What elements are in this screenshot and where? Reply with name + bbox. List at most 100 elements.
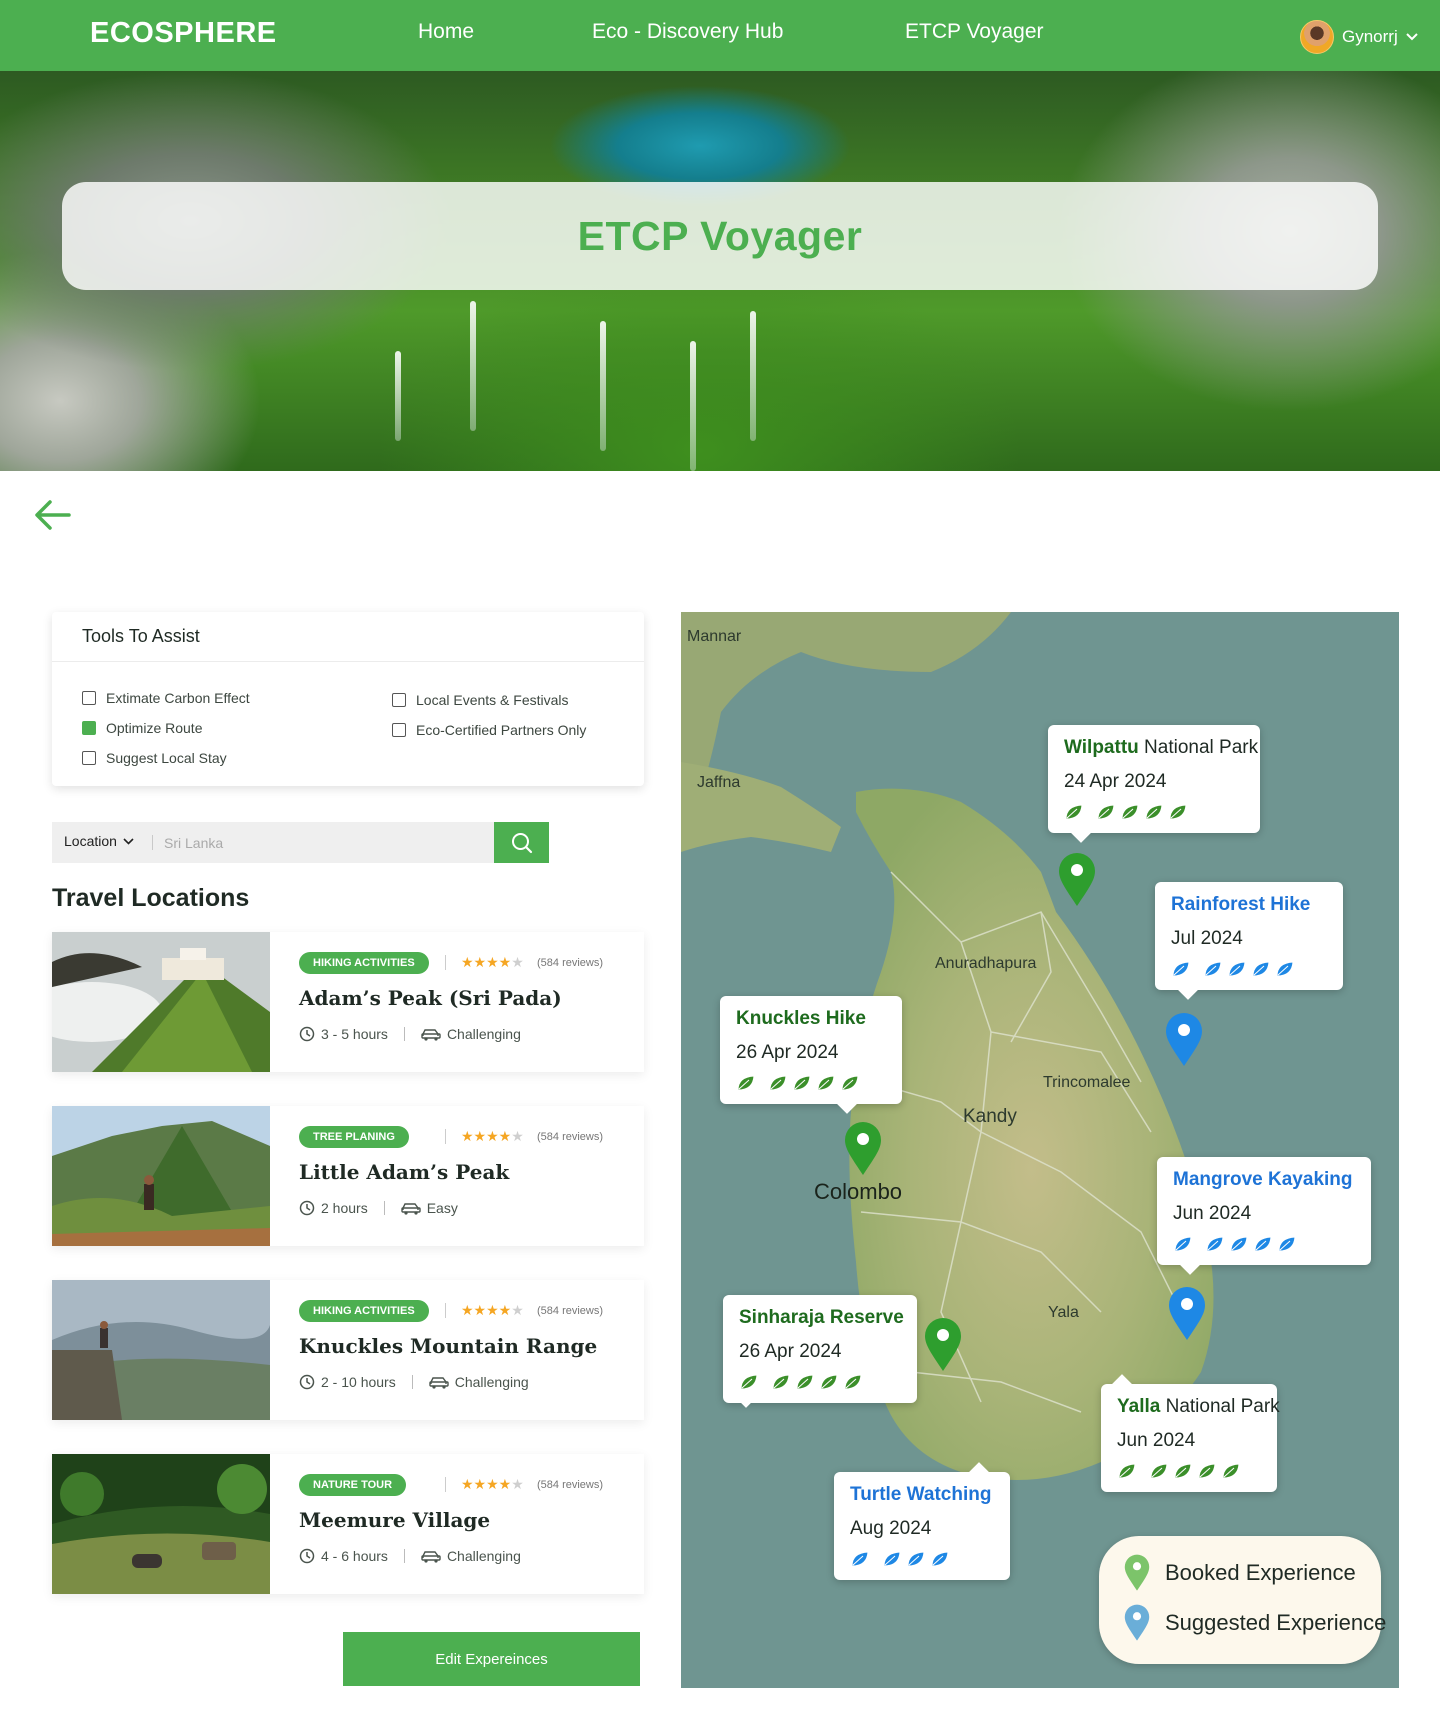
map-popup-sinharaja-reserve[interactable]: Sinharaja Reserve 26 Apr 2024 — [723, 1295, 917, 1403]
map-popup-turtle-watching[interactable]: Turtle Watching Aug 2024 — [834, 1472, 1010, 1580]
leaf-icon — [1065, 804, 1083, 820]
city-label: Mannar — [687, 628, 742, 645]
search-button[interactable] — [494, 822, 549, 863]
popup-title: Yalla National Park — [1117, 1396, 1280, 1417]
divider — [445, 1303, 446, 1318]
map-view[interactable]: Mannar Jaffna Anuradhapura Trincomalee K… — [681, 612, 1399, 1688]
location-card[interactable]: HIKING ACTIVITIES ★★★★★ (584 reviews) Kn… — [52, 1280, 644, 1420]
location-card[interactable]: HIKING ACTIVITIES ★★★★★ (584 reviews) Ad… — [52, 932, 644, 1072]
checkbox-checked[interactable] — [82, 721, 96, 735]
tool-local-events[interactable]: Local Events & Festivals — [392, 692, 569, 708]
location-title[interactable]: Knuckles Mountain Range — [299, 1334, 597, 1358]
checkbox[interactable] — [82, 751, 96, 765]
location-filter-label: Location — [64, 833, 117, 849]
leaf-icon — [1172, 961, 1190, 977]
location-card-body: HIKING ACTIVITIES ★★★★★ (584 reviews) Kn… — [299, 1280, 644, 1420]
clock-icon — [299, 1548, 315, 1564]
chevron-down-icon — [1406, 33, 1418, 41]
popup-date: Aug 2024 — [850, 1518, 932, 1539]
map-popup-rainforest-hike[interactable]: Rainforest Hike Jul 2024 — [1155, 882, 1343, 990]
difficulty: Challenging — [446, 1548, 521, 1564]
nav-link-home[interactable]: Home — [418, 20, 474, 44]
nav-link-etcp-voyager[interactable]: ETCP Voyager — [905, 20, 1044, 44]
city-label: Anuradhapura — [935, 955, 1037, 972]
popup-title: Sinharaja Reserve — [739, 1307, 904, 1328]
location-image — [52, 1454, 270, 1594]
leaf-icon — [1169, 804, 1187, 820]
map-popup-knuckles-hike[interactable]: Knuckles Hike 26 Apr 2024 — [720, 996, 902, 1104]
leaf-icon — [841, 1075, 859, 1091]
city-label: Trincomalee — [1043, 1074, 1131, 1091]
leaf-icon — [793, 1075, 811, 1091]
leaf-icon — [1198, 1463, 1216, 1479]
map-popup-wilpattu[interactable]: Wilpattu National Park 24 Apr 2024 — [1048, 725, 1260, 833]
checkbox[interactable] — [392, 693, 406, 707]
leaf-icon — [1121, 804, 1139, 820]
map-popup-yalla-national-park[interactable]: Yalla National Park Jun 2024 — [1101, 1384, 1280, 1492]
leaf-icon — [1118, 1463, 1136, 1479]
clock-icon — [299, 1374, 315, 1390]
map-pin-suggested-icon[interactable] — [1164, 1012, 1204, 1068]
location-title[interactable]: Little Adam’s Peak — [299, 1160, 509, 1184]
leaf-icon — [1204, 961, 1222, 977]
page-title: ETCP Voyager — [577, 212, 863, 259]
map-legend: Booked Experience Suggested Experience — [1099, 1536, 1386, 1664]
checkbox[interactable] — [392, 723, 406, 737]
leaf-icon — [1174, 1236, 1192, 1252]
tool-label: Local Events & Festivals — [416, 692, 569, 708]
eco-rating — [1171, 960, 1327, 978]
activity-tag: HIKING ACTIVITIES — [299, 952, 429, 974]
leaf-icon — [1228, 961, 1246, 977]
map-pin-booked-icon[interactable] — [843, 1121, 883, 1177]
back-button[interactable] — [34, 498, 72, 532]
edit-experiences-button[interactable]: Edit Expereinces — [343, 1632, 640, 1686]
divider — [445, 1129, 446, 1144]
eco-rating — [739, 1373, 901, 1391]
popup-date: Jul 2024 — [1171, 928, 1243, 949]
location-card-body: NATURE TOUR ★★★★★ (584 reviews) Meemure … — [299, 1454, 644, 1594]
leaf-icon — [817, 1075, 835, 1091]
leaf-icon — [1222, 1463, 1240, 1479]
map-popup-mangrove-kayaking[interactable]: Mangrove Kayaking Jun 2024 — [1157, 1157, 1371, 1265]
tool-eco-certified[interactable]: Eco-Certified Partners Only — [392, 722, 586, 738]
location-card[interactable]: TREE PLANING ★★★★★ (584 reviews) Little … — [52, 1106, 644, 1246]
eco-rating — [1173, 1235, 1355, 1253]
waterfall-decor — [690, 341, 696, 471]
leaf-icon — [772, 1374, 790, 1390]
difficulty: Challenging — [454, 1374, 529, 1390]
leaf-icon — [883, 1551, 901, 1567]
divider — [411, 1375, 413, 1389]
location-title[interactable]: Meemure Village — [299, 1508, 490, 1532]
leaf-icon — [931, 1551, 949, 1567]
leaf-icon — [769, 1075, 787, 1091]
rating-stars: ★★★★★ — [461, 1476, 524, 1492]
location-filter-dropdown[interactable]: Location — [64, 833, 134, 849]
divider — [403, 1027, 405, 1041]
duration: 2 hours — [321, 1200, 368, 1216]
map-pin-booked-icon — [1124, 1554, 1150, 1591]
popup-date: 26 Apr 2024 — [739, 1341, 842, 1362]
hero-banner-image: ETCP Voyager — [0, 71, 1440, 471]
leaf-icon — [1150, 1463, 1168, 1479]
legend-suggested: Suggested Experience — [1123, 1604, 1386, 1642]
map-pin-suggested-icon[interactable] — [1167, 1286, 1207, 1342]
user-menu[interactable]: Gynorrj — [1300, 20, 1418, 54]
popup-date: 24 Apr 2024 — [1064, 771, 1167, 792]
location-card[interactable]: NATURE TOUR ★★★★★ (584 reviews) Meemure … — [52, 1454, 644, 1594]
tool-estimate-carbon[interactable]: Extimate Carbon Effect — [82, 690, 250, 706]
map-pin-booked-icon[interactable] — [923, 1317, 963, 1373]
nav-link-eco-discovery-hub[interactable]: Eco - Discovery Hub — [592, 20, 783, 44]
popup-title: Mangrove Kayaking — [1173, 1169, 1353, 1190]
popup-date: Jun 2024 — [1117, 1430, 1196, 1451]
checkbox[interactable] — [82, 691, 96, 705]
popup-date: 26 Apr 2024 — [736, 1042, 839, 1063]
section-title: Travel Locations — [52, 884, 250, 912]
location-image — [52, 1106, 270, 1246]
search-input[interactable] — [164, 830, 484, 856]
tool-optimize-route[interactable]: Optimize Route — [82, 720, 202, 736]
location-title[interactable]: Adam’s Peak (Sri Pada) — [299, 986, 562, 1010]
brand-logo[interactable]: ECOSPHERE — [90, 17, 277, 50]
car-icon — [421, 1027, 441, 1041]
map-pin-booked-icon[interactable] — [1057, 852, 1097, 908]
tool-suggest-local-stay[interactable]: Suggest Local Stay — [82, 750, 227, 766]
